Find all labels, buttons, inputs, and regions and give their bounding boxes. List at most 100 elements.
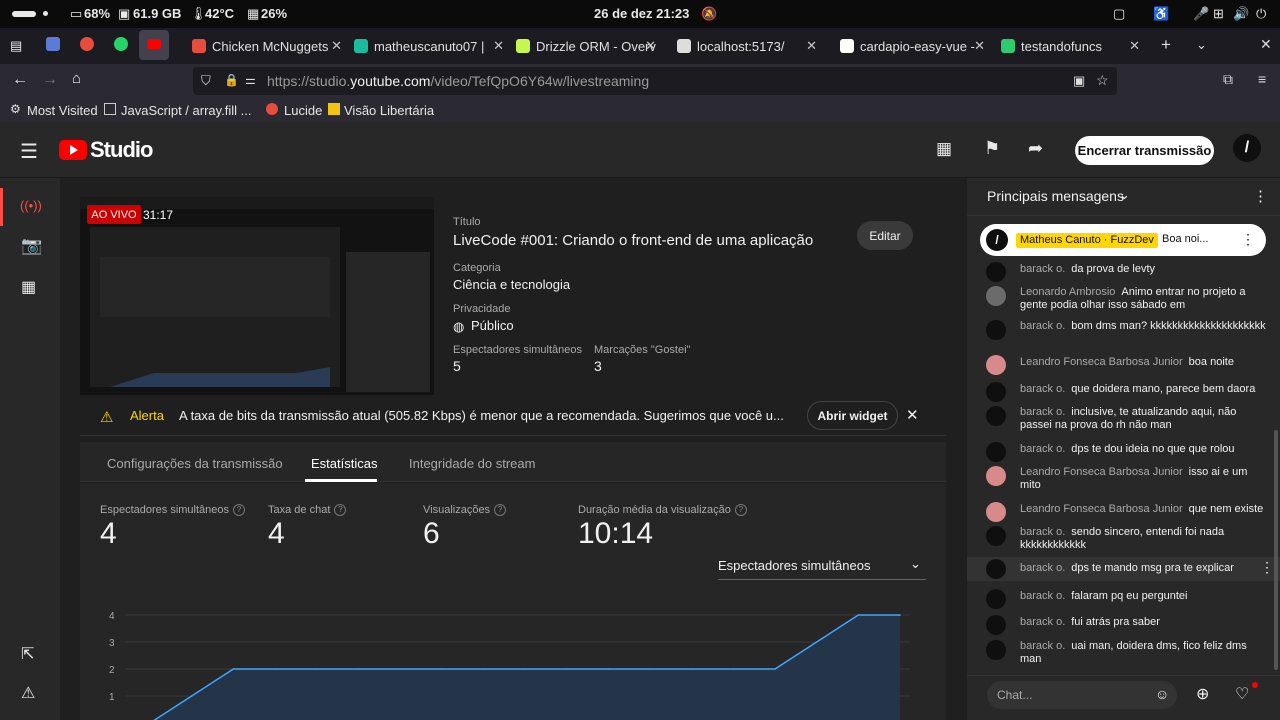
- chat-message[interactable]: Leandro Fonseca Barbosa Junior que nem ex…: [967, 502, 1280, 522]
- edit-button[interactable]: Editar: [857, 221, 913, 250]
- clock[interactable]: 26 de dez 21:23: [594, 6, 689, 21]
- avatar: [986, 559, 1006, 579]
- chat-message[interactable]: barack o. fui atrás pra saber: [967, 615, 1280, 635]
- bookmark-visao[interactable]: Visão Libertária: [344, 103, 434, 118]
- whatsapp-icon[interactable]: [114, 37, 128, 51]
- tab-statistics[interactable]: Estatísticas: [311, 456, 377, 471]
- pinned-tab-icon[interactable]: [46, 37, 60, 51]
- accessibility-icon[interactable]: ♿: [1153, 6, 1169, 22]
- avatar[interactable]: /: [1233, 134, 1261, 162]
- power-icon[interactable]: ⏻: [1256, 6, 1266, 22]
- help-icon[interactable]: ?: [734, 504, 747, 517]
- url-text[interactable]: https://studio.youtube.com/video/TefQpO6…: [267, 73, 649, 89]
- lock-icon[interactable]: 🔒: [224, 73, 239, 87]
- chat-message[interactable]: barack o. falaram pq eu perguntei: [967, 589, 1280, 609]
- volume-icon[interactable]: 🔊: [1233, 6, 1249, 22]
- shield-icon[interactable]: ⛉: [201, 73, 211, 89]
- chat-message[interactable]: barack o. bom dms man? kkkkkkkkkkkkkkkkkk…: [967, 319, 1280, 349]
- pinned-message[interactable]: / Matheus Canuto · FuzzDev Boa noi... ⋮: [980, 224, 1266, 256]
- chat-message[interactable]: Leandro Fonseca Barbosa Junior boa noite: [967, 355, 1280, 375]
- help-icon[interactable]: ?: [233, 504, 246, 517]
- browser-tab[interactable]: testandofuncs ✕: [1001, 32, 1140, 60]
- external-link-icon[interactable]: ⇱: [21, 644, 34, 664]
- chat-message[interactable]: Leandro Fonseca Barbosa Junior isso ai e …: [967, 465, 1280, 495]
- home-icon[interactable]: ⌂: [72, 70, 81, 87]
- chat-scrollbar[interactable]: [1274, 430, 1278, 670]
- window-icon[interactable]: ▢: [1113, 6, 1125, 22]
- end-stream-button[interactable]: Encerrar transmissão: [1075, 136, 1214, 165]
- feedback-icon[interactable]: ⚠: [21, 683, 35, 703]
- clapperboard-icon[interactable]: ▦: [936, 139, 952, 159]
- chevron-down-icon[interactable]: ⌄: [1196, 37, 1207, 53]
- more-vert-icon[interactable]: ⋮: [1241, 231, 1255, 248]
- extensions-icon[interactable]: ⧉: [1223, 71, 1233, 88]
- browser-tab[interactable]: cardapio-easy-vue - ✕: [840, 32, 985, 60]
- calendar-icon[interactable]: ▦: [21, 277, 36, 297]
- privacy-label: Privacidade: [453, 303, 511, 315]
- help-icon[interactable]: ?: [494, 504, 507, 517]
- browser-tab[interactable]: Chicken McNuggets ✕: [192, 32, 342, 60]
- chat-message-hovered[interactable]: barack o. dps te mando msg pra te explica…: [967, 557, 1280, 581]
- activities-indicator[interactable]: [12, 11, 36, 17]
- close-window-icon[interactable]: ✕: [1260, 36, 1272, 53]
- help-icon[interactable]: ?: [334, 504, 347, 517]
- browser-tab[interactable]: matheuscanuto07 | ✕: [354, 32, 504, 60]
- chat-author: Leonardo Ambrosio: [1020, 286, 1116, 298]
- live-stream-icon[interactable]: ((•)): [20, 198, 42, 213]
- close-icon[interactable]: ✕: [493, 38, 504, 54]
- url-bar[interactable]: ⛉ 🔒 ⚌ https://studio.youtube.com/video/T…: [193, 67, 1117, 95]
- open-widget-button[interactable]: Abrir widget: [807, 401, 898, 430]
- close-icon[interactable]: ✕: [974, 38, 985, 54]
- share-icon[interactable]: ➦: [1028, 138, 1043, 159]
- camera-icon[interactable]: 📷: [21, 236, 42, 256]
- bookmark-lucide[interactable]: Lucide: [284, 103, 322, 118]
- hamburger-menu-icon[interactable]: ☰: [20, 139, 38, 164]
- chevron-down-icon[interactable]: ⌄: [1119, 187, 1130, 203]
- menu-icon[interactable]: ≡: [1258, 71, 1266, 87]
- chat-input[interactable]: Chat... ☺: [987, 681, 1177, 709]
- youtube-logo-icon[interactable]: [59, 140, 87, 160]
- emoji-icon[interactable]: ☺: [1155, 686, 1169, 702]
- chat-message[interactable]: barack o. uai man, doidera dms, fico feli…: [967, 639, 1280, 669]
- metric-dropdown[interactable]: Espectadores simultâneos ⌄: [718, 556, 926, 580]
- chat-message[interactable]: barack o. sendo sincero, entendi foi nada…: [967, 525, 1280, 555]
- tab-stream-settings[interactable]: Configurações da transmissão: [107, 456, 283, 471]
- globe-icon: ◍: [453, 319, 465, 334]
- add-circle-icon[interactable]: ⊕: [1196, 684, 1209, 704]
- close-icon[interactable]: ✕: [331, 38, 342, 54]
- chat-message[interactable]: barack o. inclusive, te atualizando aqui,…: [967, 405, 1280, 435]
- microphone-icon[interactable]: 🎤: [1193, 6, 1209, 22]
- tab-stream-health[interactable]: Integridade do stream: [409, 456, 535, 471]
- chat-message[interactable]: barack o. da prova de levty: [967, 262, 1280, 282]
- browser-tab[interactable]: Drizzle ORM - Overv ✕: [516, 32, 656, 60]
- reader-view-icon[interactable]: ▣: [1073, 73, 1085, 89]
- tab-overview-icon[interactable]: ▤: [10, 38, 22, 54]
- chat-mode-label[interactable]: Principais mensagens: [987, 188, 1124, 204]
- chat-message[interactable]: barack o. que doidera mano, parece bem da…: [967, 382, 1280, 402]
- network-icon[interactable]: ⊞: [1213, 6, 1224, 22]
- stream-preview[interactable]: [80, 197, 434, 395]
- back-icon[interactable]: ←: [12, 71, 28, 89]
- close-icon[interactable]: ✕: [806, 38, 817, 54]
- new-tab-icon[interactable]: +: [1161, 35, 1171, 55]
- active-tab[interactable]: [139, 30, 169, 60]
- pinned-tab-icon[interactable]: [80, 37, 94, 51]
- workspace-dot[interactable]: [43, 11, 48, 16]
- bookmark-icon[interactable]: ⚑: [984, 138, 1000, 159]
- more-vert-icon[interactable]: ⋮: [1253, 187, 1268, 205]
- bookmark-most-visited[interactable]: Most Visited: [27, 103, 98, 118]
- browser-tab[interactable]: localhost:5173/ ✕: [677, 32, 817, 60]
- chat-message[interactable]: Leonardo Ambrosio Animo entrar no projeto…: [967, 285, 1280, 315]
- studio-logo-text[interactable]: Studio: [90, 137, 153, 163]
- close-icon[interactable]: ✕: [906, 406, 919, 424]
- heart-icon[interactable]: ♡: [1235, 684, 1249, 704]
- star-icon[interactable]: ☆: [1096, 72, 1109, 89]
- chat-message[interactable]: barack o. dps te dou ideia no que que rol…: [967, 442, 1280, 462]
- notifications-off-icon[interactable]: 🔕: [701, 6, 717, 22]
- forward-icon[interactable]: →: [42, 71, 58, 89]
- more-vert-icon[interactable]: ⋮: [1260, 560, 1274, 574]
- bookmark-javascript[interactable]: JavaScript / array.fill ...: [121, 103, 252, 118]
- permissions-icon[interactable]: ⚌: [245, 73, 256, 87]
- close-icon[interactable]: ✕: [1129, 38, 1140, 54]
- close-icon[interactable]: ✕: [645, 38, 656, 54]
